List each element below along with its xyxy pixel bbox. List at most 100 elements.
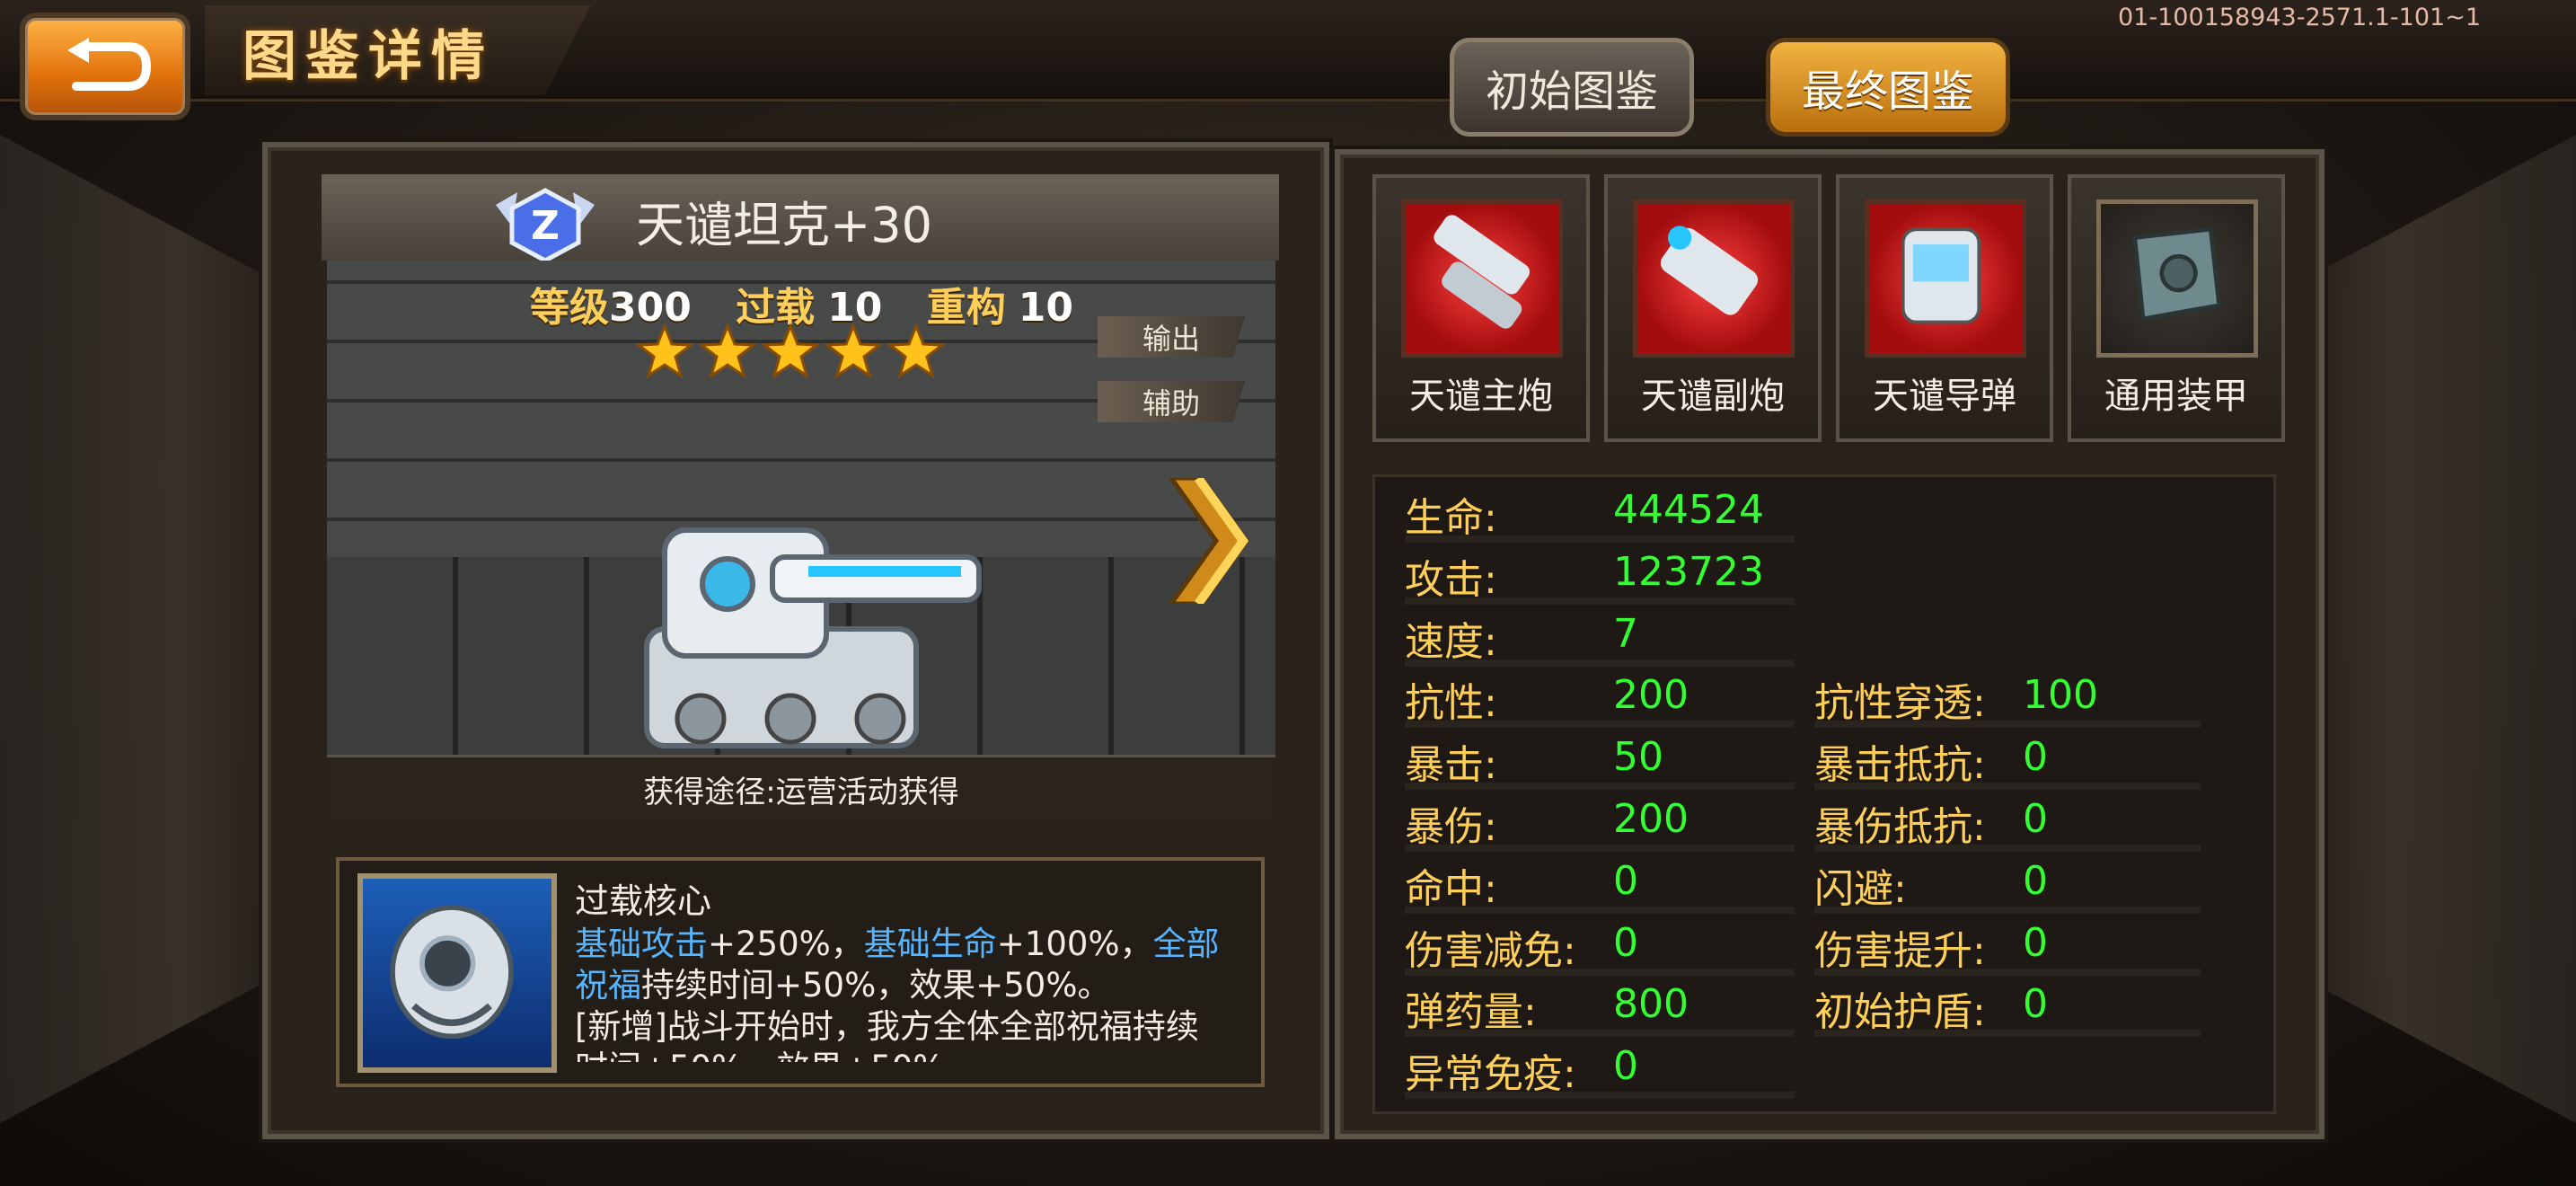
- part-missile[interactable]: 天谴导弹: [1836, 174, 2053, 442]
- attribute-value: 0: [2023, 796, 2048, 842]
- sub-cannon-icon: [1633, 199, 1795, 358]
- missile-icon: [1865, 199, 2026, 358]
- star-icon: [699, 323, 756, 379]
- attribute-key: 抗性:: [1405, 680, 1497, 727]
- attribute-value: 100: [2023, 672, 2098, 719]
- attribute-row: 异常免疫: 0: [1405, 1041, 1638, 1099]
- skill-keyword: 基础攻击: [575, 925, 708, 963]
- skill-text: 持续时间+50%，效果+50%。: [641, 966, 1111, 1005]
- attribute-value: 123723: [1613, 548, 1764, 595]
- attribute-key: 闪避:: [1814, 865, 1907, 912]
- star-icon: [887, 323, 945, 379]
- part-armor[interactable]: 通用装甲: [2068, 174, 2285, 442]
- attribute-row-underline: [1814, 906, 2201, 914]
- attribute-key: 命中:: [1405, 865, 1497, 912]
- skill-description: 基础攻击+250%，基础生命+100%，全部祝福持续时间+50%，效果+50%。…: [575, 924, 1231, 1062]
- part-label: 天谴导弹: [1873, 376, 2016, 417]
- star-rating: [636, 323, 945, 381]
- attribute-key: 暴伤:: [1405, 804, 1497, 850]
- background-door-left: [0, 135, 260, 1123]
- attribute-key: 暴击抵抗:: [1814, 742, 1986, 789]
- attribute-row-underline: [1405, 659, 1795, 667]
- attribute-value: 0: [1613, 857, 1638, 904]
- attribute-row-underline: [1814, 968, 2201, 976]
- attribute-row: 暴击抵抗: 0: [1814, 732, 2048, 790]
- attribute-row: 暴伤: 200: [1405, 794, 1689, 852]
- attribute-value: 0: [2023, 919, 2048, 966]
- attribute-row: 攻击: 123723: [1405, 547, 1764, 605]
- attribute-row: 生命: 444524: [1405, 485, 1764, 543]
- attribute-value: 200: [1613, 796, 1689, 842]
- attribute-row: 伤害减免: 0: [1405, 918, 1638, 976]
- version-string: 01-100158943-2571.1-101~1: [2118, 4, 2481, 31]
- attribute-key: 异常免疫:: [1405, 1051, 1576, 1098]
- svg-text:Z: Z: [531, 203, 560, 249]
- acquisition-source: 获得途径:运营活动获得: [327, 755, 1275, 820]
- attribute-row-underline: [1405, 783, 1795, 791]
- tab-final-codex[interactable]: 最终图鉴: [1766, 38, 2010, 137]
- rank-z-badge-icon: Z: [496, 188, 595, 263]
- attribute-row: 暴击: 50: [1405, 732, 1663, 790]
- tank-model-image: [644, 527, 982, 748]
- attribute-row: 初始护盾: 0: [1814, 979, 2048, 1037]
- attribute-row-underline: [1405, 535, 1795, 543]
- attribute-key: 暴伤抵抗:: [1814, 804, 1986, 850]
- attribute-row-underline: [1405, 1092, 1795, 1100]
- attribute-key: 暴击:: [1405, 742, 1497, 789]
- attribute-row-underline: [1814, 721, 2201, 729]
- skill-text: +250%，: [708, 925, 864, 963]
- part-label: 天谴副炮: [1641, 376, 1785, 417]
- attribute-row: 速度: 7: [1405, 609, 1638, 667]
- part-label: 天谴主炮: [1409, 376, 1553, 417]
- role-tag-support: 辅助: [1098, 381, 1245, 422]
- rebuild-value: 10: [1018, 285, 1073, 331]
- attribute-row: 弹药量: 800: [1405, 979, 1689, 1037]
- skill-title: 过载核心: [575, 881, 712, 921]
- attribute-row: 闪避: 0: [1814, 856, 2048, 914]
- background-door-right: [2316, 135, 2576, 1123]
- attribute-row: 伤害提升: 0: [1814, 918, 2048, 976]
- next-arrow-icon[interactable]: [1162, 478, 1263, 604]
- tab-initial-codex[interactable]: 初始图鉴: [1450, 38, 1694, 137]
- attribute-row-underline: [1405, 1030, 1795, 1038]
- part-main-cannon[interactable]: 天谴主炮: [1372, 174, 1590, 442]
- attribute-value: 7: [1613, 610, 1638, 657]
- attribute-key: 攻击:: [1405, 556, 1497, 603]
- back-arrow-icon: [67, 38, 152, 91]
- attribute-row-underline: [1405, 597, 1795, 605]
- skill-text: [新增]战斗开始时，我方全体全部祝福持续时间+50%，效果+50%: [575, 1007, 1199, 1062]
- attribute-row: 抗性穿透: 100: [1814, 670, 2098, 728]
- back-button[interactable]: [20, 13, 190, 120]
- attribute-value: 0: [2023, 734, 2048, 781]
- attribute-value: 200: [1613, 672, 1689, 719]
- attribute-row: 抗性: 200: [1405, 670, 1689, 728]
- attribute-key: 生命:: [1405, 495, 1497, 541]
- attribute-key: 弹药量:: [1405, 989, 1537, 1036]
- attribute-row-underline: [1814, 845, 2201, 852]
- part-sub-cannon[interactable]: 天谴副炮: [1604, 174, 1822, 442]
- attribute-row: 命中: 0: [1405, 856, 1638, 914]
- attribute-key: 抗性穿透:: [1814, 680, 1986, 727]
- attribute-key: 伤害减免:: [1405, 927, 1576, 974]
- star-icon: [636, 323, 693, 379]
- attribute-row-underline: [1814, 1030, 2201, 1038]
- attribute-row-underline: [1405, 845, 1795, 852]
- skill-text: +100%，: [996, 925, 1153, 963]
- star-icon: [762, 323, 819, 379]
- part-label: 通用装甲: [2104, 376, 2248, 417]
- page-title: 图鉴详情: [243, 25, 494, 88]
- attribute-value: 800: [1613, 981, 1689, 1028]
- tank-name: 天谴坦克+30: [636, 197, 932, 253]
- attribute-key: 伤害提升:: [1814, 927, 1986, 974]
- attribute-value: 0: [2023, 857, 2048, 904]
- skill-keyword: 基础生命: [863, 925, 997, 963]
- star-icon: [825, 323, 882, 379]
- attribute-row-underline: [1405, 968, 1795, 976]
- attribute-row-underline: [1405, 721, 1795, 729]
- overload-core-icon: [390, 905, 514, 1040]
- attribute-value: 50: [1613, 734, 1663, 781]
- attribute-row-underline: [1814, 783, 2201, 791]
- attribute-value: 444524: [1613, 487, 1764, 533]
- overload-core-skill-icon[interactable]: [357, 873, 557, 1073]
- attribute-key: 初始护盾:: [1814, 989, 1986, 1036]
